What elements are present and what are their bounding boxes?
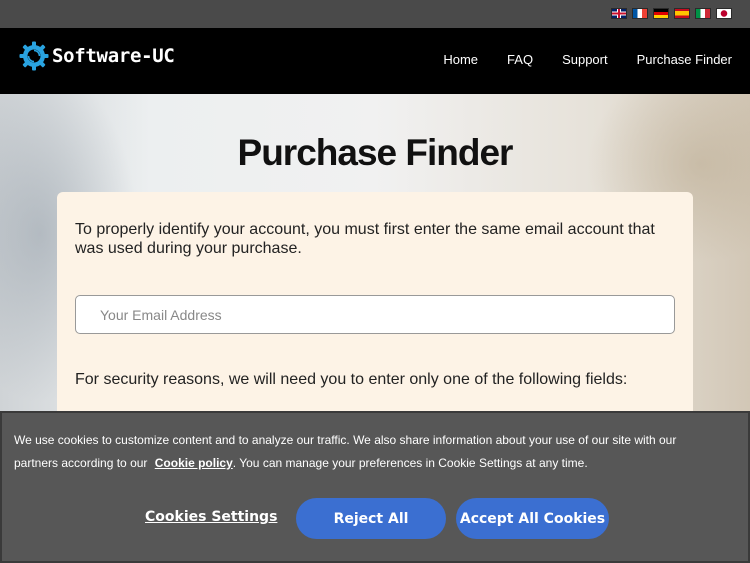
japan-flag-icon[interactable] bbox=[716, 8, 732, 19]
nav-faq-link[interactable]: FAQ bbox=[507, 52, 533, 67]
nav-purchase-finder-link[interactable]: Purchase Finder bbox=[637, 52, 732, 67]
nav-support-link[interactable]: Support bbox=[562, 52, 608, 67]
germany-flag-icon[interactable] bbox=[653, 8, 669, 19]
site-header: Software-UC Home FAQ Support Purchase Fi… bbox=[0, 28, 750, 94]
main-nav: Home FAQ Support Purchase Finder bbox=[443, 52, 732, 67]
site-logo[interactable]: Software-UC bbox=[19, 41, 175, 71]
cookie-text-after: . You can manage your preferences in Coo… bbox=[232, 456, 588, 470]
language-flags bbox=[611, 8, 732, 19]
top-language-bar bbox=[0, 0, 750, 28]
security-instructions: For security reasons, we will need you t… bbox=[75, 371, 628, 388]
uk-flag-icon[interactable] bbox=[611, 8, 627, 19]
cookies-settings-button[interactable]: Cookies Settings bbox=[145, 509, 277, 525]
spain-flag-icon[interactable] bbox=[674, 8, 690, 19]
reject-all-button[interactable]: Reject All bbox=[296, 498, 446, 539]
france-flag-icon[interactable] bbox=[632, 8, 648, 19]
page-title: Purchase Finder bbox=[237, 132, 514, 173]
cookie-policy-link[interactable]: Cookie policy bbox=[155, 456, 233, 470]
email-instructions: To properly identify your account, you m… bbox=[75, 221, 655, 257]
accept-all-cookies-button[interactable]: Accept All Cookies bbox=[456, 498, 609, 539]
gear-logo-icon bbox=[19, 41, 49, 71]
italy-flag-icon[interactable] bbox=[695, 8, 711, 19]
nav-home-link[interactable]: Home bbox=[443, 52, 478, 67]
cookie-message: We use cookies to customize content and … bbox=[14, 429, 714, 475]
brand-name: Software-UC bbox=[52, 45, 175, 67]
email-field[interactable] bbox=[75, 295, 675, 334]
